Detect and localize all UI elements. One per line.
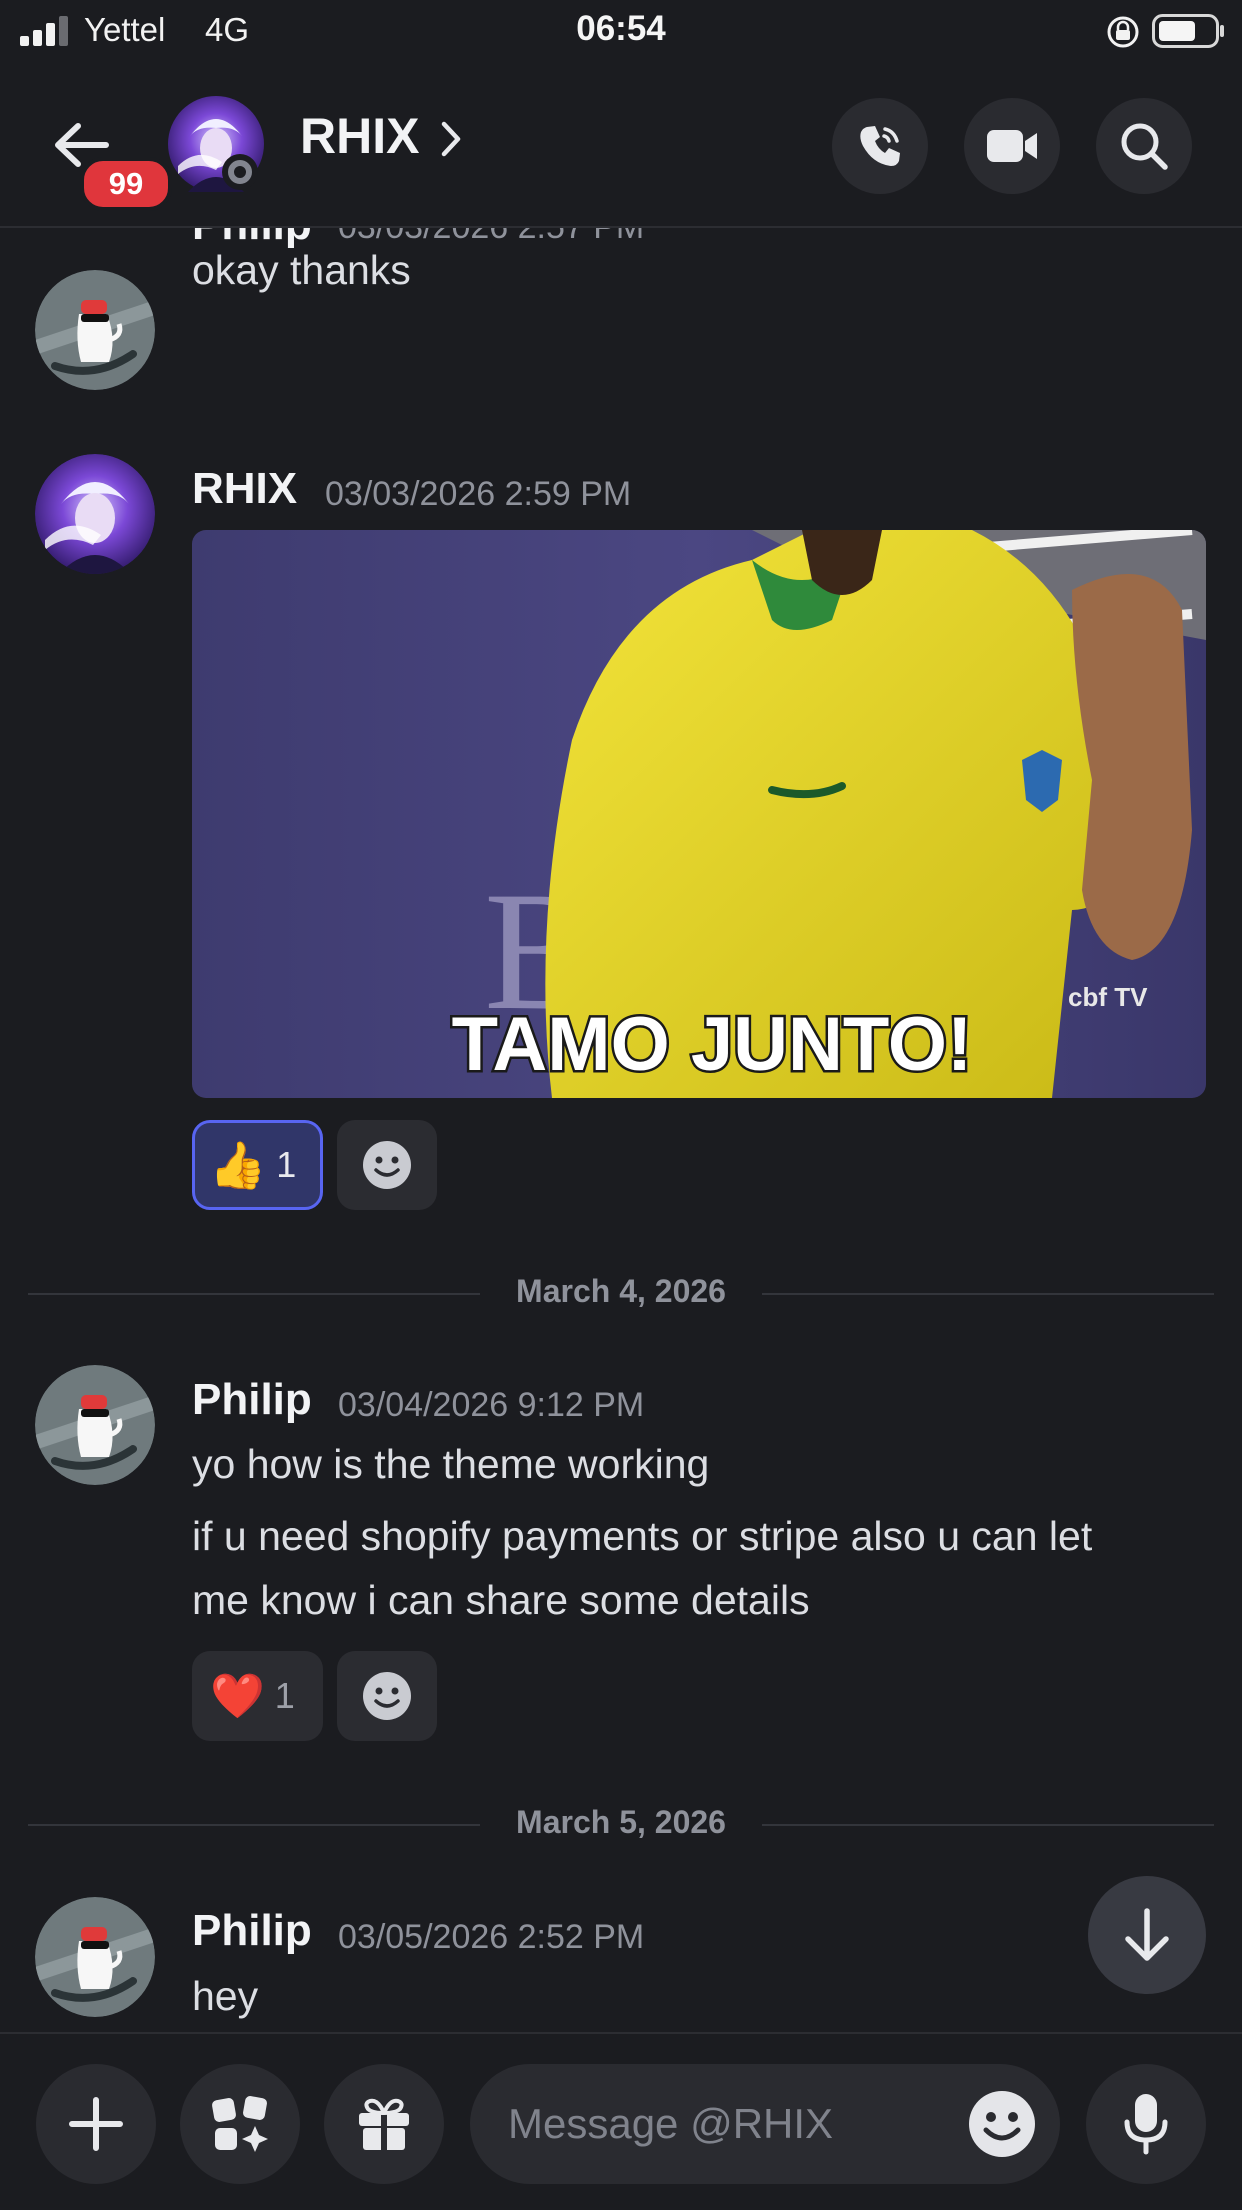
emoji-icon[interactable] xyxy=(968,2090,1036,2158)
unread-badge: 99 xyxy=(80,157,172,211)
gif-caption: TAMO JUNTO! xyxy=(452,1002,973,1087)
date-divider: March 4, 2026 xyxy=(28,1273,1214,1313)
message-text: hey xyxy=(192,1973,259,2019)
message-author[interactable]: Philip xyxy=(192,1375,312,1425)
channel-name[interactable]: RHIX xyxy=(300,107,419,165)
reaction-heart[interactable]: ❤️ 1 xyxy=(192,1651,323,1741)
microphone-icon xyxy=(1124,2094,1168,2155)
video-call-icon xyxy=(987,130,1037,162)
plus-icon xyxy=(69,2097,123,2151)
thumbs-up-icon: 👍 xyxy=(209,1138,267,1191)
message-text: okay thanks xyxy=(192,247,411,293)
scroll-down-icon xyxy=(1125,1908,1169,1961)
message-composer: Message @RHIX xyxy=(0,2032,1242,2210)
attach-button[interactable] xyxy=(36,2064,156,2184)
reaction-thumbs-up[interactable]: 👍 1 xyxy=(192,1120,323,1210)
message-text: if u need shopify payments or stripe als… xyxy=(192,1513,1093,1559)
clock: 06:54 xyxy=(576,9,666,48)
avatar[interactable] xyxy=(35,270,155,390)
video-call-button[interactable] xyxy=(964,98,1060,194)
add-reaction-icon xyxy=(363,1672,411,1720)
reaction-count: 1 xyxy=(276,1144,297,1185)
date-divider-label: March 4, 2026 xyxy=(516,1273,726,1309)
status-indicator xyxy=(228,160,252,184)
voice-call-icon xyxy=(860,126,900,166)
apps-button[interactable] xyxy=(180,2064,300,2184)
message-timestamp: 03/04/2026 9:12 PM xyxy=(338,1386,645,1424)
scroll-to-bottom-button[interactable] xyxy=(1088,1876,1206,1994)
message-timestamp: 03/03/2026 2:59 PM xyxy=(325,475,632,513)
add-reaction-icon xyxy=(363,1141,411,1189)
gif-watermark: cbf TV xyxy=(1068,982,1148,1012)
apps-icon xyxy=(212,2096,268,2152)
avatar[interactable] xyxy=(35,454,155,574)
status-bar: Yettel 4G 06:54 xyxy=(0,0,1242,62)
message-author[interactable]: Philip xyxy=(192,1906,312,1956)
message-input-placeholder: Message @RHIX xyxy=(508,2100,834,2147)
message-feed[interactable]: Philip 03/03/2026 2:57 PM okay thanks RH… xyxy=(0,228,1242,2028)
add-reaction-button[interactable] xyxy=(337,1651,437,1741)
date-divider: March 5, 2026 xyxy=(28,1804,1214,1844)
chevron-right-icon[interactable] xyxy=(440,120,462,158)
message-input[interactable]: Message @RHIX xyxy=(470,2064,1060,2184)
voice-call-button[interactable] xyxy=(832,98,928,194)
battery-icon xyxy=(1152,14,1224,48)
gift-icon xyxy=(359,2098,409,2150)
chat-header: 99 RHIX xyxy=(0,62,1242,228)
rotation-lock-icon xyxy=(1107,16,1139,48)
gif-attachment[interactable]: BF TAMO JUNTO! cbf TV xyxy=(192,530,1206,1098)
message-text: yo how is the theme working xyxy=(192,1441,710,1487)
message-text: me know i can share some details xyxy=(192,1577,810,1623)
search-button[interactable] xyxy=(1096,98,1192,194)
message-timestamp: 03/05/2026 2:52 PM xyxy=(338,1918,645,1956)
search-icon xyxy=(1121,123,1168,170)
message-author[interactable]: RHIX xyxy=(192,464,297,514)
heart-icon: ❤️ xyxy=(210,1672,265,1721)
reaction-count: 1 xyxy=(274,1675,295,1716)
add-reaction-button[interactable] xyxy=(337,1120,437,1210)
date-divider-label: March 5, 2026 xyxy=(516,1804,726,1840)
avatar[interactable] xyxy=(35,1365,155,1485)
voice-message-button[interactable] xyxy=(1086,2064,1206,2184)
avatar[interactable] xyxy=(35,1897,155,2017)
gift-button[interactable] xyxy=(324,2064,444,2184)
